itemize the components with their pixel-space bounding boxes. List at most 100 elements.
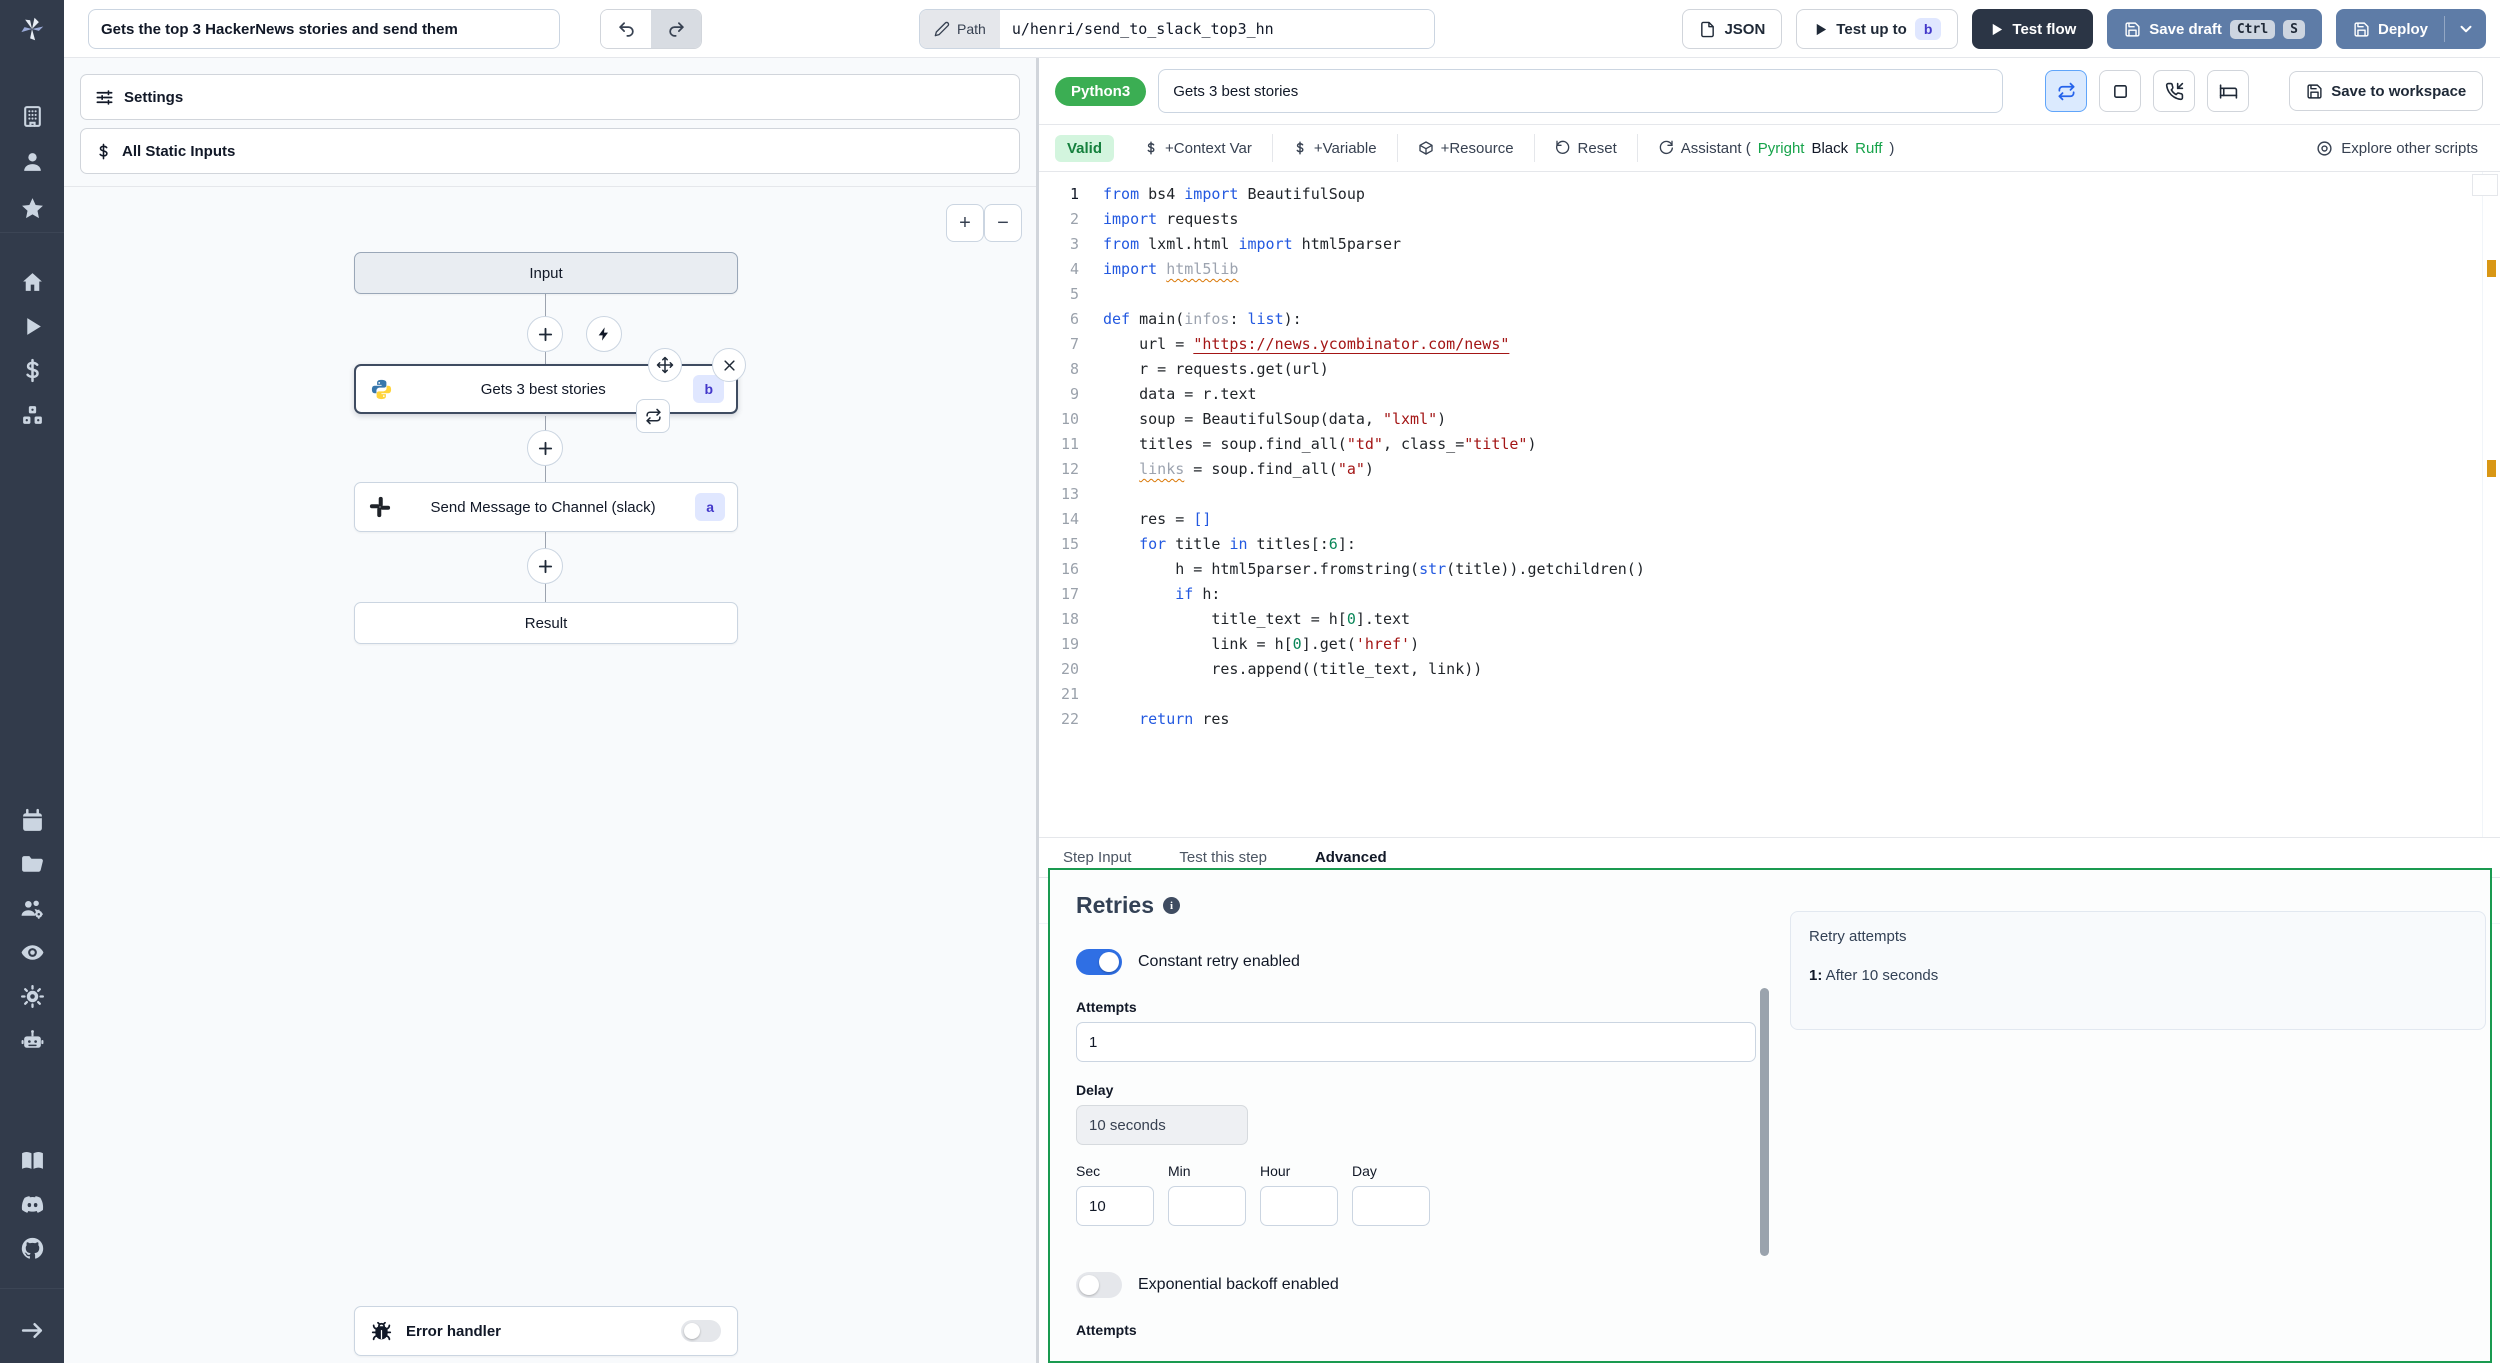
sleep-button[interactable] <box>2207 70 2250 112</box>
exponential-backoff-toggle[interactable] <box>1076 1272 1122 1298</box>
add-trigger-button[interactable] <box>586 316 622 352</box>
folders-icon[interactable] <box>0 844 64 884</box>
save-icon <box>2354 21 2369 37</box>
flow-settings-bar[interactable]: Settings <box>80 74 1020 120</box>
editor-overview-ruler[interactable] <box>2482 172 2500 837</box>
deploy-button[interactable]: Deploy <box>2335 9 2486 49</box>
schedules-calendar-icon[interactable] <box>0 800 64 840</box>
early-stop-button[interactable] <box>2099 70 2142 112</box>
flow-node-input[interactable]: Input <box>354 252 738 294</box>
code-line: 15 for title in titles[:6]: <box>1060 535 1356 553</box>
runs-play-icon[interactable] <box>0 306 64 346</box>
code-line: 11 titles = soup.find_all("td", class_="… <box>1060 435 1537 453</box>
code-editor[interactable]: 1 from bs4 import BeautifulSoup 2 import re… <box>1039 172 2500 838</box>
insert-step-button[interactable] <box>527 316 563 352</box>
constant-retry-toggle[interactable] <box>1076 949 1122 975</box>
explore-other-scripts-button[interactable]: Explore other scripts <box>2316 140 2500 157</box>
error-handler-bar[interactable]: Error handler <box>354 1306 738 1356</box>
info-icon[interactable]: i <box>1162 897 1180 914</box>
save-to-workspace-button[interactable]: Save to workspace <box>2289 71 2484 111</box>
dollar-icon <box>1147 141 1155 155</box>
retries-scrollbar[interactable] <box>1760 988 1769 1256</box>
add-context-var-button[interactable]: +Context Var <box>1124 134 1273 162</box>
bed-icon <box>2219 83 2237 99</box>
sec-input[interactable] <box>1076 1186 1154 1226</box>
error-handler-toggle[interactable] <box>681 1320 721 1342</box>
test-flow-button[interactable]: Test flow <box>1972 9 2094 49</box>
add-resource-button[interactable]: +Resource <box>1398 134 1535 162</box>
zoom-in-button[interactable]: + <box>946 204 984 242</box>
assistant-button[interactable]: Assistant (Pyright Black Ruff) <box>1638 134 1915 162</box>
docs-book-icon[interactable] <box>0 1140 64 1180</box>
settings-gear-icon[interactable] <box>0 976 64 1016</box>
min-input[interactable] <box>1168 1186 1246 1226</box>
day-input[interactable] <box>1352 1186 1430 1226</box>
add-variable-button[interactable]: +Variable <box>1273 134 1398 162</box>
json-button[interactable]: JSON <box>1682 9 1783 49</box>
chevron-down-icon[interactable] <box>2457 20 2475 38</box>
flow-node-result[interactable]: Result <box>354 602 738 644</box>
path-label: Path <box>920 10 1000 48</box>
github-icon[interactable] <box>0 1228 64 1268</box>
step-name-input[interactable] <box>1158 69 2004 113</box>
test-up-to-button[interactable]: Test up to b <box>1796 9 1959 49</box>
kbd-ctrl: Ctrl <box>2229 19 2276 39</box>
sliders-icon <box>96 89 113 105</box>
rotate-ccw-icon <box>1555 140 1569 154</box>
path-field: Path <box>919 9 1435 49</box>
delay-input[interactable] <box>1076 1105 1248 1145</box>
undo-button[interactable] <box>601 10 651 48</box>
code-line: 21 <box>1060 685 1079 703</box>
groups-users-gear-icon[interactable] <box>0 888 64 928</box>
sidebar-divider <box>0 1288 64 1289</box>
discord-icon[interactable] <box>0 1184 64 1224</box>
undo-redo-group <box>600 9 702 49</box>
deploy-divider <box>2444 16 2445 42</box>
attempts2-label: Attempts <box>1076 1322 1137 1338</box>
all-static-inputs-bar[interactable]: All Static Inputs <box>80 128 1020 174</box>
canvas-divider <box>64 186 1036 187</box>
home-icon[interactable] <box>0 262 64 302</box>
attempts-input[interactable] <box>1076 1022 1756 1062</box>
collapse-arrow-icon[interactable] <box>0 1310 64 1350</box>
resources-boxes-icon[interactable] <box>0 395 64 435</box>
editor-scrollbar[interactable] <box>2472 174 2498 196</box>
insert-step-button[interactable] <box>527 548 563 584</box>
flow-title-input[interactable] <box>88 9 560 49</box>
delay-units-row: Sec Min Hour Day <box>1076 1163 2464 1226</box>
move-node-button[interactable] <box>648 348 682 382</box>
star-icon[interactable] <box>0 188 64 228</box>
node-retry-indicator[interactable] <box>636 399 670 433</box>
user-icon[interactable] <box>0 142 64 182</box>
redo-button[interactable] <box>651 10 701 48</box>
delete-node-button[interactable] <box>712 348 746 382</box>
reset-button[interactable]: Reset <box>1535 134 1638 162</box>
code-line: 9 data = r.text <box>1069 385 1257 403</box>
insert-step-button[interactable] <box>527 430 563 466</box>
flow-node-step-a[interactable]: Send Message to Channel (slack) a <box>354 482 738 532</box>
phone-incoming-icon <box>2165 82 2183 100</box>
warning-marker <box>2487 260 2496 277</box>
delay-label: Delay <box>1076 1082 1114 1098</box>
day-label: Day <box>1352 1163 1377 1179</box>
pencil-icon <box>934 21 950 37</box>
ai-robot-icon[interactable] <box>0 1020 64 1060</box>
node-label: Input <box>529 264 563 282</box>
exponential-backoff-row: Exponential backoff enabled <box>1076 1272 2464 1298</box>
workspace-icon[interactable] <box>0 96 64 136</box>
code-line: 17 if h: <box>1060 585 1221 603</box>
save-draft-button[interactable]: Save draft Ctrl S <box>2107 9 2322 49</box>
path-input[interactable] <box>999 10 1434 48</box>
hour-input[interactable] <box>1260 1186 1338 1226</box>
windmill-logo[interactable] <box>0 8 64 50</box>
topbar: Path JSON Test up to b Test flow Save dr… <box>64 0 2500 58</box>
retry-attempts-item: 1: After 10 seconds <box>1809 967 1939 984</box>
code-line: 3 from lxml.html import html5parser <box>1069 235 1402 253</box>
test-up-to-step-badge: b <box>1914 18 1942 40</box>
retries-toggle-button[interactable] <box>2045 70 2088 112</box>
suspend-button[interactable] <box>2153 70 2196 112</box>
zoom-out-button[interactable]: − <box>984 204 1022 242</box>
audit-eye-icon[interactable] <box>0 932 64 972</box>
dollar-icon <box>1296 141 1304 155</box>
variables-dollar-icon[interactable] <box>0 350 64 390</box>
